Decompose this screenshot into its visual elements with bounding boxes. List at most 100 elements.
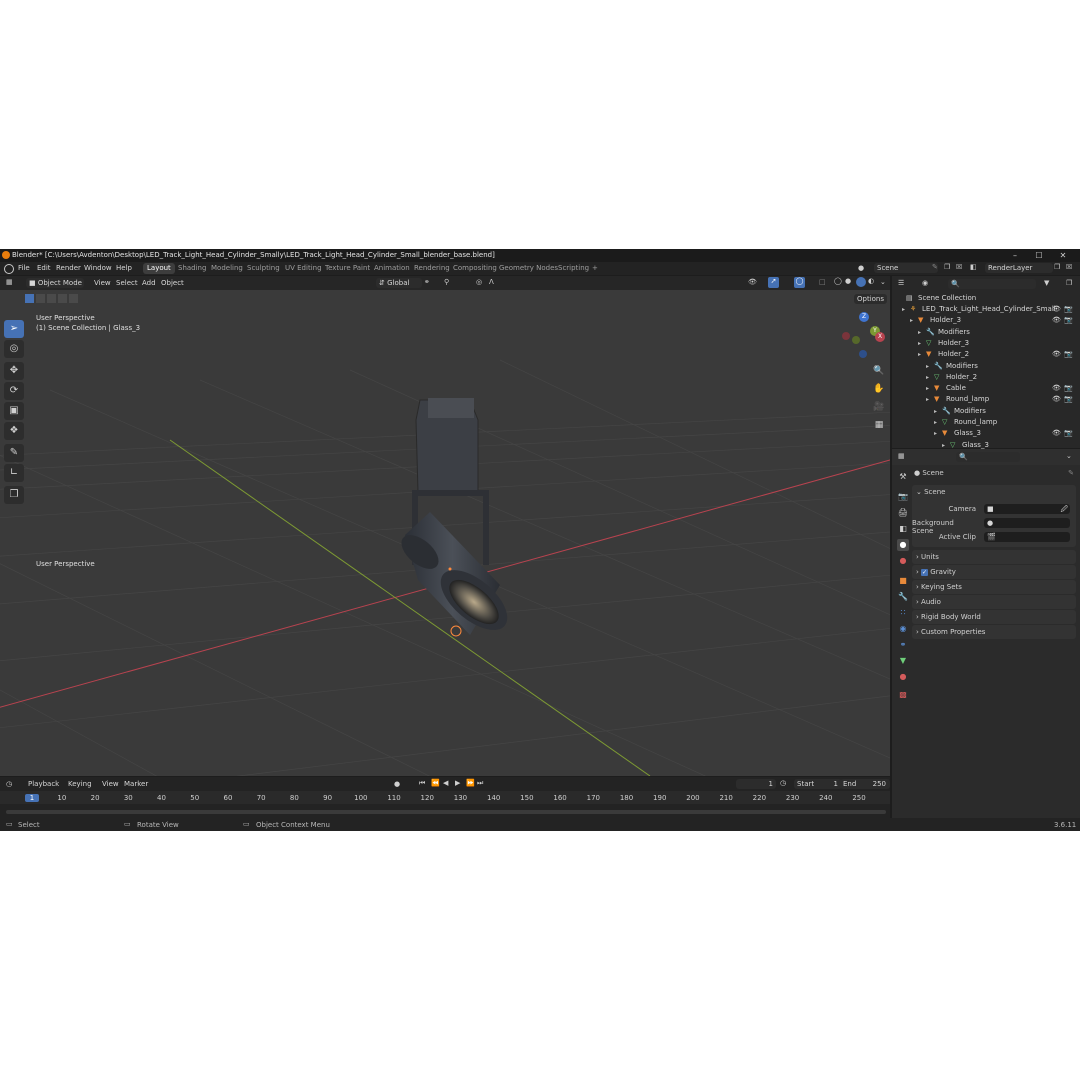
move-tool[interactable]: ✥ — [4, 362, 24, 380]
viewport-menu-view[interactable]: View — [94, 279, 111, 287]
show-gizmo-icon[interactable]: ➚ — [768, 277, 779, 288]
disclosure-triangle-icon[interactable]: ▸ — [934, 428, 937, 439]
timeline-menu-view[interactable]: View — [102, 780, 119, 788]
gizmo-neg-x[interactable] — [842, 332, 850, 340]
3d-viewport[interactable]: User Perspective User Perspective (1) Sc… — [0, 290, 890, 776]
render-tab-icon[interactable]: 📷 — [897, 491, 909, 503]
outliner-row[interactable]: ▸ 🔧 Modifiers — [892, 406, 1080, 417]
camera-field[interactable]: ■ 🖉 — [984, 504, 1070, 514]
proportional-editing-icon[interactable]: ◎ — [476, 278, 482, 286]
start-frame-field[interactable]: Start 1 — [794, 779, 842, 789]
timeline-menu-marker[interactable]: Marker — [124, 780, 148, 788]
render-camera-icon[interactable]: 📷 — [1064, 428, 1073, 439]
select-subtract-icon[interactable] — [47, 294, 56, 303]
jump-to-keyframe-forward-button[interactable]: ⏩ — [466, 779, 475, 787]
outliner-row[interactable]: ▸ 🔧 Modifiers — [892, 361, 1080, 372]
end-frame-field[interactable]: End 250 — [840, 779, 890, 789]
measure-tool[interactable]: ∟ — [4, 464, 24, 482]
clock-icon[interactable]: ◷ — [780, 779, 786, 787]
view-layer-selector[interactable]: RenderLayer — [985, 263, 1053, 273]
disclosure-triangle-icon[interactable]: ▸ — [934, 406, 937, 417]
tool-tab-icon[interactable]: ⚒ — [897, 471, 909, 483]
outliner-row[interactable]: ▸ ▽ Round_lamp — [892, 417, 1080, 428]
material-tab-icon[interactable]: ● — [897, 671, 909, 683]
rotate-tool[interactable]: ⟳ — [4, 382, 24, 400]
outliner-row[interactable]: ▸ ▼ Glass_3 👁 📷 — [892, 428, 1080, 439]
falloff-icon[interactable]: Λ — [489, 278, 494, 286]
menu-help[interactable]: Help — [116, 264, 132, 272]
show-overlays-icon[interactable]: ◯ — [794, 277, 805, 288]
tab-geometry-nodes[interactable]: Geometry Nodes — [495, 263, 562, 274]
visibility-eye-icon[interactable]: 👁 — [1052, 383, 1061, 394]
view-layer-icon[interactable]: ◧ — [970, 263, 977, 271]
delete-scene-icon[interactable]: ☒ — [956, 263, 962, 271]
editor-type-icon[interactable]: ▦ — [6, 278, 13, 286]
tab-layout[interactable]: Layout — [143, 263, 175, 274]
viewport-menu-object[interactable]: Object — [161, 279, 184, 287]
object-tab-icon[interactable]: ■ — [897, 575, 909, 587]
scene-icon[interactable]: ● — [858, 264, 872, 274]
disclosure-triangle-icon[interactable]: ▸ — [926, 383, 929, 394]
material-preview-icon[interactable] — [856, 277, 866, 287]
scene-tab-icon[interactable]: ● — [897, 539, 909, 551]
select-intersect-icon[interactable] — [69, 294, 78, 303]
pin-icon[interactable]: ✎ — [932, 263, 938, 271]
outliner-editor-icon[interactable]: ☰ — [898, 279, 904, 287]
menu-render[interactable]: Render — [56, 264, 81, 272]
outliner-scene-collection[interactable]: ▤ Scene Collection — [892, 293, 1080, 304]
particles-tab-icon[interactable]: ∷ — [897, 607, 909, 619]
gizmo-z-axis[interactable]: Z — [859, 312, 869, 322]
snap-icon[interactable]: ⚲ — [444, 278, 449, 286]
tab-uv-editing[interactable]: UV Editing — [281, 263, 326, 274]
transform-orientation-selector[interactable]: ⇵ Global — [376, 278, 422, 288]
disclosure-triangle-icon[interactable]: ▸ — [910, 315, 913, 326]
pan-icon[interactable]: ✋ — [872, 382, 886, 396]
constraints-tab-icon[interactable]: ⚭ — [897, 639, 909, 651]
tab-compositing[interactable]: Compositing — [449, 263, 501, 274]
cursor-tool[interactable]: ◎ — [4, 340, 24, 358]
texture-tab-icon[interactable]: ▩ — [897, 689, 909, 701]
visibility-eye-icon[interactable]: 👁 — [1052, 349, 1061, 360]
blender-menu-icon[interactable] — [4, 264, 14, 274]
units-panel[interactable]: › Units — [912, 550, 1076, 564]
wireframe-shading-icon[interactable]: ◯ — [834, 277, 842, 285]
track-light-model[interactable] — [395, 398, 517, 641]
delete-view-layer-icon[interactable]: ☒ — [1066, 263, 1072, 271]
gizmo-neg-z[interactable] — [859, 350, 867, 358]
render-camera-icon[interactable]: 📷 — [1064, 304, 1073, 315]
jump-to-end-button[interactable]: ⏭ — [477, 779, 483, 788]
disclosure-triangle-icon[interactable]: ▸ — [926, 372, 929, 383]
outliner-row[interactable]: ▸ ⚘ LED_Track_Light_Head_Cylinder_Small 👁 📷 — [892, 304, 1080, 315]
close-button[interactable]: ✕ — [1052, 250, 1074, 261]
render-camera-icon[interactable]: 📷 — [1064, 394, 1073, 405]
viewport-menu-select[interactable]: Select — [116, 279, 138, 287]
menu-window[interactable]: Window — [84, 264, 112, 272]
transform-tool[interactable]: ❖ — [4, 422, 24, 440]
keying-sets-panel[interactable]: › Keying Sets — [912, 580, 1076, 594]
rigid-body-world-panel[interactable]: › Rigid Body World — [912, 610, 1076, 624]
menu-file[interactable]: File — [18, 264, 30, 272]
physics-tab-icon[interactable]: ◉ — [897, 623, 909, 635]
scene-panel-header[interactable]: ⌄ Scene — [916, 488, 945, 496]
jump-to-start-button[interactable]: ⏮ — [419, 779, 425, 788]
disclosure-triangle-icon[interactable]: ▸ — [918, 338, 921, 349]
disclosure-triangle-icon[interactable]: ▸ — [918, 349, 921, 360]
outliner-row[interactable]: ▸ ▼ Holder_2 👁 📷 — [892, 349, 1080, 360]
scale-tool[interactable]: ▣ — [4, 402, 24, 420]
world-tab-icon[interactable]: ● — [897, 555, 909, 567]
disclosure-triangle-icon[interactable]: ▸ — [918, 327, 921, 338]
properties-editor-icon[interactable]: ▦ — [898, 452, 905, 460]
select-invert-icon[interactable] — [58, 294, 67, 303]
audio-panel[interactable]: › Audio — [912, 595, 1076, 609]
minimize-button[interactable]: – — [1004, 250, 1026, 261]
select-box-tool[interactable]: ➢ — [4, 320, 24, 338]
render-camera-icon[interactable]: 📷 — [1064, 349, 1073, 360]
new-scene-icon[interactable]: ❐ — [944, 263, 950, 271]
tab-texture-paint[interactable]: Texture Paint — [321, 263, 374, 274]
timeline-menu-keying[interactable]: Keying — [68, 780, 92, 788]
active-clip-field[interactable]: 🎬 — [984, 532, 1070, 542]
properties-search-input[interactable]: 🔍 — [956, 452, 1020, 462]
visibility-eye-icon[interactable]: 👁 — [1052, 428, 1061, 439]
jump-to-keyframe-back-button[interactable]: ⏪ — [431, 779, 440, 787]
disclosure-triangle-icon[interactable]: ▸ — [934, 417, 937, 428]
